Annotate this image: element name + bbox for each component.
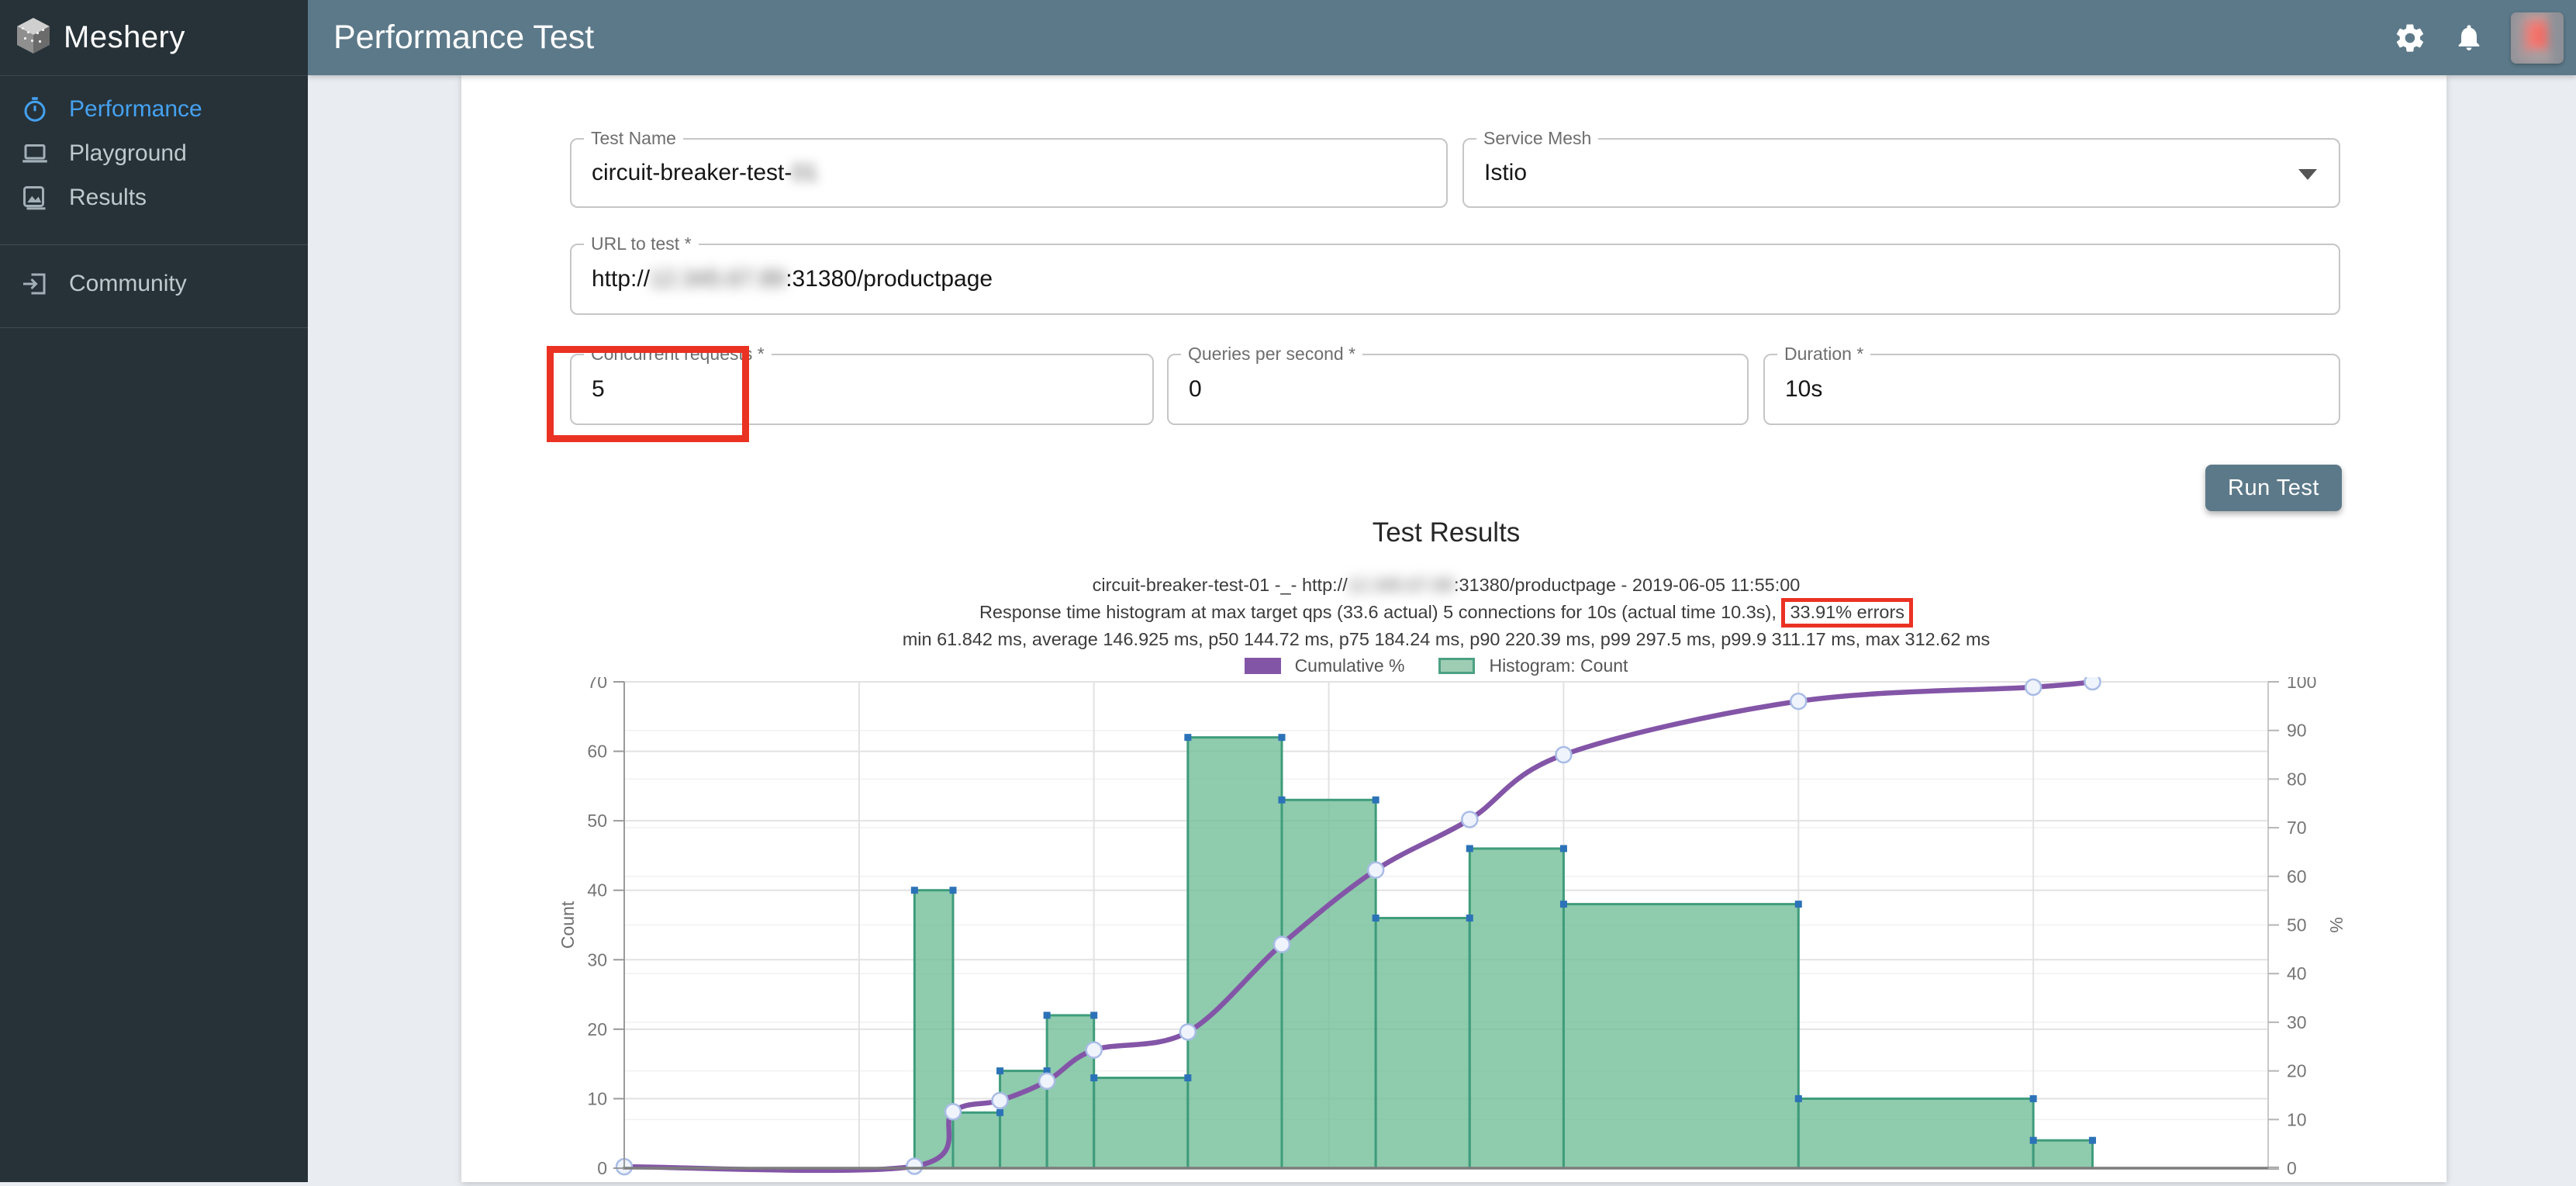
sidebar-item-label: Playground (69, 140, 187, 167)
redacted-text: 01 (792, 160, 817, 186)
service-mesh-value: Istio (1484, 140, 1527, 206)
url-to-test-field[interactable]: URL to test * http://12.345.67.89:31380/… (570, 244, 2340, 315)
summary-line-2: Response time histogram at max target qp… (624, 599, 2268, 626)
summary-line-1: circuit-breaker-test-01 -_- http://12.34… (624, 572, 2268, 599)
histogram-legend-swatch (1438, 658, 1475, 674)
svg-text:80: 80 (2287, 769, 2307, 789)
image-chart-icon (21, 184, 52, 212)
chart-canvas: 0 10 20 30 40 50 60 70 0 10 20 30 40 50 60 70 80 90 100 Cou… (543, 677, 2365, 1182)
svg-text:100: 100 (2287, 677, 2316, 692)
sidebar: Meshery Performance Playground (0, 0, 308, 1182)
app-header: Performance Test (308, 0, 2576, 75)
test-results-section: Test Results (624, 517, 2268, 548)
exit-to-app-icon (21, 270, 52, 298)
redacted-ip: 12.345.67.89 (650, 266, 786, 292)
sidebar-item-label: Performance (69, 96, 202, 123)
svg-text:30: 30 (2287, 1012, 2307, 1032)
svg-text:Count: Count (558, 901, 578, 949)
svg-text:10: 10 (587, 1088, 607, 1108)
svg-text:60: 60 (587, 742, 607, 762)
svg-text:0: 0 (597, 1158, 607, 1178)
laptop-icon (21, 140, 52, 168)
svg-text:20: 20 (2287, 1061, 2307, 1081)
app-name: Meshery (64, 20, 185, 55)
chart-legend: Cumulative % Histogram: Count (624, 655, 2268, 676)
sidebar-item-community[interactable]: Community (0, 245, 308, 323)
svg-text:40: 40 (2287, 963, 2307, 984)
sidebar-item-label: Results (69, 185, 147, 211)
test-results-summary: circuit-breaker-test-01 -_- http://12.34… (624, 572, 2268, 653)
svg-text:0: 0 (2287, 1158, 2297, 1178)
user-avatar[interactable] (2511, 12, 2564, 64)
concurrent-requests-field[interactable]: Concurrent requests * 5 (570, 354, 1154, 425)
service-mesh-select[interactable]: Service Mesh Istio (1462, 138, 2340, 208)
redacted-ip: 12.345.67.89 (1348, 575, 1454, 595)
sidebar-item-performance[interactable]: Performance (0, 87, 308, 131)
sidebar-item-label: Community (69, 271, 187, 297)
url-value: http://12.345.67.89:31380/productpage (592, 245, 993, 313)
duration-value: 10s (1785, 355, 1822, 424)
test-name-value: circuit-breaker-test-01 (592, 140, 818, 206)
svg-text:40: 40 (587, 880, 607, 901)
settings-gear-icon[interactable] (2393, 21, 2427, 55)
cumulative-legend-label: Cumulative % (1295, 655, 1405, 676)
svg-text:20: 20 (587, 1019, 607, 1039)
queries-per-second-value: 0 (1189, 355, 1202, 424)
notifications-bell-icon[interactable] (2452, 21, 2486, 55)
page-title: Performance Test (333, 19, 594, 57)
svg-text:50: 50 (587, 811, 607, 831)
svg-text:10: 10 (2287, 1109, 2307, 1129)
duration-field[interactable]: Duration * 10s (1763, 354, 2340, 425)
red-annotation-box-errors: 33.91% errors (1781, 598, 1913, 628)
svg-text:60: 60 (2287, 866, 2307, 887)
svg-text:70: 70 (2287, 818, 2307, 838)
test-name-field[interactable]: Test Name circuit-breaker-test-01 (570, 138, 1448, 208)
timer-icon (21, 95, 52, 123)
app-logo-row[interactable]: Meshery (0, 0, 308, 76)
svg-text:30: 30 (587, 949, 607, 970)
queries-per-second-label: Queries per second * (1181, 344, 1362, 365)
svg-text:%: % (2326, 917, 2346, 932)
concurrent-requests-label: Concurrent requests * (584, 344, 772, 365)
svg-text:70: 70 (587, 677, 607, 692)
response-time-histogram-chart: 0 10 20 30 40 50 60 70 0 10 20 30 40 50 60 70 80 90 100 Cou… (543, 677, 2365, 1182)
sidebar-divider (0, 327, 308, 328)
cumulative-legend-swatch (1245, 658, 1281, 674)
performance-test-card: Test Name circuit-breaker-test-01 Servic… (461, 75, 2447, 1182)
summary-line-3: min 61.842 ms, average 146.925 ms, p50 1… (624, 626, 2268, 653)
test-results-title: Test Results (624, 517, 2268, 548)
svg-text:50: 50 (2287, 915, 2307, 935)
queries-per-second-field[interactable]: Queries per second * 0 (1167, 354, 1749, 425)
concurrent-requests-value: 5 (592, 355, 605, 424)
chevron-down-icon (2298, 169, 2317, 180)
meshery-cube-logo-icon (16, 16, 51, 59)
histogram-legend-label: Histogram: Count (1489, 655, 1628, 676)
run-test-button[interactable]: Run Test (2205, 465, 2342, 511)
sidebar-item-playground[interactable]: Playground (0, 131, 308, 175)
sidebar-item-results[interactable]: Results (0, 175, 308, 220)
svg-text:90: 90 (2287, 721, 2307, 741)
